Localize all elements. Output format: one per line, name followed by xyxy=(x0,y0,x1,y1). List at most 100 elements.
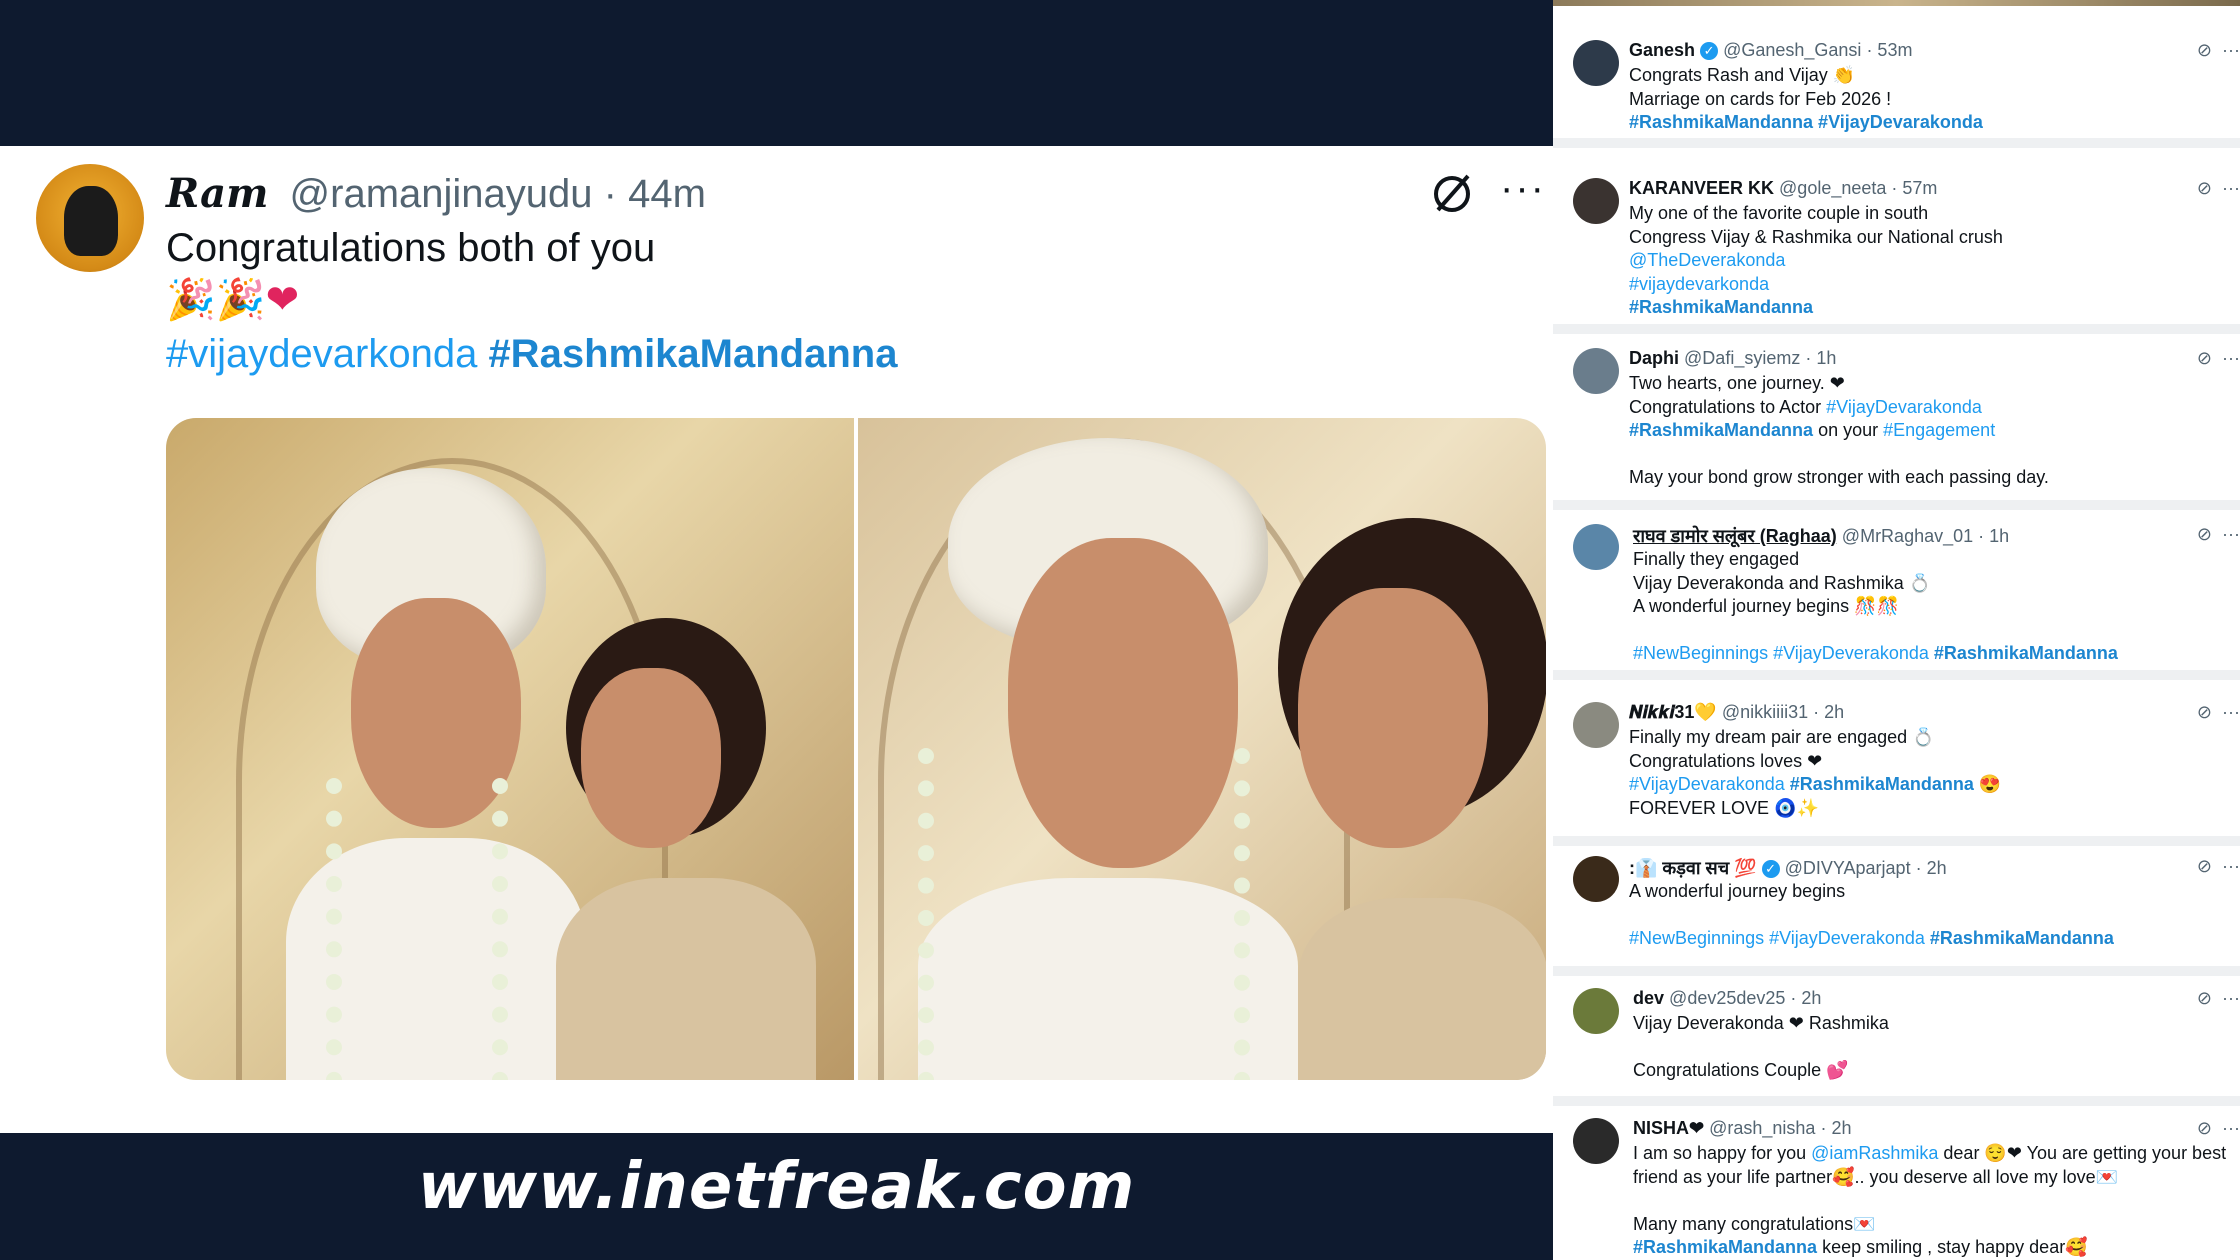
tweet-hashtags: #vijaydevarkonda #RashmikaMandanna xyxy=(166,332,897,377)
reply-handle[interactable]: @DIVYAparjapt xyxy=(1785,858,1911,878)
reply-handle[interactable]: @rash_nisha xyxy=(1709,1118,1815,1138)
grok-icon[interactable]: ⊘ xyxy=(2197,40,2212,60)
reply-item[interactable]: dev @dev25dev25 · 2h ⊘ ··· Vijay Deverak… xyxy=(1553,976,2240,1106)
reply-text: Congrats Rash and Vijay 👏 Marriage on ca… xyxy=(1629,65,1983,132)
reply-time[interactable]: · 2h xyxy=(1916,858,1947,878)
reply-header: Daphi @Dafi_syiemz · 1h xyxy=(1629,348,1836,369)
reply-text: A wonderful journey begins #NewBeginning… xyxy=(1629,881,2114,948)
author-name[interactable]: Ram xyxy=(166,170,268,217)
reply-handle[interactable]: @dev25dev25 xyxy=(1669,988,1785,1008)
more-icon[interactable]: ··· xyxy=(2222,702,2240,722)
tweet-text: Congratulations both of you xyxy=(166,226,656,270)
reply-actions: ⊘ ··· xyxy=(2197,348,2240,369)
reply-text: Vijay Deverakonda ❤ Rashmika Congratulat… xyxy=(1633,1013,1889,1080)
grok-icon[interactable]: ⊘ xyxy=(2197,988,2212,1008)
reply-item[interactable]: NISHA❤ @rash_nisha · 2h ⊘ ··· I am so ha… xyxy=(1553,1106,2240,1260)
reply-text: Finally my dream pair are engaged 💍 Cong… xyxy=(1629,727,2002,818)
reply-header: राघव डामोर सलूंबर (Raghaa) @MrRaghav_01 … xyxy=(1633,524,2009,548)
tweet-emojis: 🎉🎉❤ xyxy=(166,278,300,322)
reply-item[interactable]: Daphi @Dafi_syiemz · 1h ⊘ ··· Two hearts… xyxy=(1553,334,2240,510)
more-icon[interactable]: ··· xyxy=(2222,348,2240,368)
watermark: www.inetfreak.com xyxy=(417,1150,1136,1224)
reply-author[interactable]: :👔 कड़वा सच 💯 xyxy=(1629,858,1757,878)
reply-actions: ⊘ ··· xyxy=(2197,988,2240,1009)
avatar[interactable] xyxy=(36,164,144,272)
reply-time[interactable]: · 2h xyxy=(1820,1118,1851,1138)
more-icon[interactable]: ··· xyxy=(2222,988,2240,1008)
reply-handle[interactable]: @gole_neeta xyxy=(1779,178,1886,198)
reply-author[interactable]: राघव डामोर सलूंबर (Raghaa) xyxy=(1633,526,1837,546)
reply-handle[interactable]: @Ganesh_Gansi xyxy=(1723,40,1861,60)
more-icon[interactable]: ··· xyxy=(2222,524,2240,544)
more-icon[interactable]: ··· xyxy=(2222,40,2240,60)
photo-left xyxy=(166,418,854,1080)
avatar[interactable] xyxy=(1573,702,1619,748)
more-icon[interactable]: ··· xyxy=(2222,1118,2240,1138)
avatar[interactable] xyxy=(1573,40,1619,86)
reply-handle[interactable]: @nikkiiii31 xyxy=(1722,702,1808,722)
avatar[interactable] xyxy=(1573,988,1619,1034)
reply-item[interactable]: 𝑵𝒊𝒌𝒌𝒊31💛 @nikkiiii31 · 2h ⊘ ··· Finally … xyxy=(1553,680,2240,846)
top-banner xyxy=(0,0,1553,146)
grok-icon[interactable]: ⊘ xyxy=(2197,1118,2212,1138)
grok-icon[interactable]: ⊘ xyxy=(2197,348,2212,368)
reply-header: dev @dev25dev25 · 2h xyxy=(1633,988,1821,1009)
reply-item[interactable]: KARANVEER KK @gole_neeta · 57m ⊘ ··· My … xyxy=(1553,148,2240,334)
grok-icon[interactable]: ⊘ xyxy=(2197,178,2212,198)
reply-author[interactable]: KARANVEER KK xyxy=(1629,178,1774,198)
avatar[interactable] xyxy=(1573,524,1619,570)
reply-time[interactable]: · 57m xyxy=(1891,178,1937,198)
reply-text: Finally they engaged Vijay Deverakonda a… xyxy=(1633,549,2118,663)
avatar[interactable] xyxy=(1573,1118,1619,1164)
main-tweet[interactable]: Ram @ramanjinayudu · 44m ··· Congratulat… xyxy=(0,146,1553,1133)
tweet-time[interactable]: · 44m xyxy=(604,172,706,216)
photo-right xyxy=(858,418,1546,1080)
avatar[interactable] xyxy=(1573,178,1619,224)
reply-item[interactable]: :👔 कड़वा सच 💯 ✓ @DIVYAparjapt · 2h ⊘ ···… xyxy=(1553,846,2240,976)
reply-actions: ⊘ ··· xyxy=(2197,40,2240,61)
reply-text: I am so happy for you @iamRashmika dear … xyxy=(1633,1143,2227,1257)
reply-header: NISHA❤ @rash_nisha · 2h xyxy=(1633,1118,1852,1139)
reply-time[interactable]: · 53m xyxy=(1866,40,1912,60)
verified-icon: ✓ xyxy=(1761,860,1780,879)
reply-author[interactable]: NISHA❤ xyxy=(1633,1118,1704,1138)
more-icon[interactable]: ··· xyxy=(1500,168,1546,208)
reply-item[interactable]: Ganesh ✓ @Ganesh_Gansi · 53m ⊘ ··· Congr… xyxy=(1553,6,2240,148)
verified-icon: ✓ xyxy=(1700,42,1719,61)
tweet-photo[interactable] xyxy=(166,418,1546,1080)
avatar[interactable] xyxy=(1573,856,1619,902)
grok-icon[interactable]: ⊘ xyxy=(2197,524,2212,544)
grok-icon[interactable]: ⊘ xyxy=(2197,856,2212,876)
reply-time[interactable]: · 1h xyxy=(1978,526,2009,546)
more-icon[interactable]: ··· xyxy=(2222,856,2240,876)
reply-author[interactable]: 𝑵𝒊𝒌𝒌𝒊31💛 xyxy=(1629,702,1717,722)
reply-header: 𝑵𝒊𝒌𝒌𝒊31💛 @nikkiiii31 · 2h xyxy=(1629,702,1844,723)
author-handle[interactable]: @ramanjinayudu xyxy=(290,172,593,216)
reply-text: Two hearts, one journey. ❤ Congratulatio… xyxy=(1629,373,2049,487)
avatar[interactable] xyxy=(1573,348,1619,394)
reply-item[interactable]: राघव डामोर सलूंबर (Raghaa) @MrRaghav_01 … xyxy=(1553,510,2240,680)
hashtag-link[interactable]: #vijaydevarkonda xyxy=(166,332,477,376)
reply-time[interactable]: · 2h xyxy=(1813,702,1844,722)
reply-time[interactable]: · 2h xyxy=(1790,988,1821,1008)
reply-actions: ⊘ ··· xyxy=(2197,856,2240,877)
reply-handle[interactable]: @MrRaghav_01 xyxy=(1842,526,1973,546)
more-icon[interactable]: ··· xyxy=(2222,178,2240,198)
reply-actions: ⊘ ··· xyxy=(2197,702,2240,723)
reply-time[interactable]: · 1h xyxy=(1805,348,1836,368)
reply-header: :👔 कड़वा सच 💯 ✓ @DIVYAparjapt · 2h xyxy=(1629,856,1947,880)
reply-author[interactable]: Daphi xyxy=(1629,348,1679,368)
reply-text: My one of the favorite couple in south C… xyxy=(1629,203,2003,317)
hashtag-link[interactable]: #RashmikaMandanna xyxy=(488,332,897,376)
grok-icon[interactable] xyxy=(1428,170,1476,218)
reply-header: KARANVEER KK @gole_neeta · 57m xyxy=(1629,178,1937,199)
reply-author[interactable]: Ganesh xyxy=(1629,40,1695,60)
reply-actions: ⊘ ··· xyxy=(2197,1118,2240,1139)
reply-handle[interactable]: @Dafi_syiemz xyxy=(1684,348,1800,368)
reply-author[interactable]: dev xyxy=(1633,988,1664,1008)
reply-actions: ⊘ ··· xyxy=(2197,178,2240,199)
tweet-header: Ram @ramanjinayudu · 44m xyxy=(166,170,706,217)
grok-icon[interactable]: ⊘ xyxy=(2197,702,2212,722)
reply-header: Ganesh ✓ @Ganesh_Gansi · 53m xyxy=(1629,40,1912,61)
reply-actions: ⊘ ··· xyxy=(2197,524,2240,545)
